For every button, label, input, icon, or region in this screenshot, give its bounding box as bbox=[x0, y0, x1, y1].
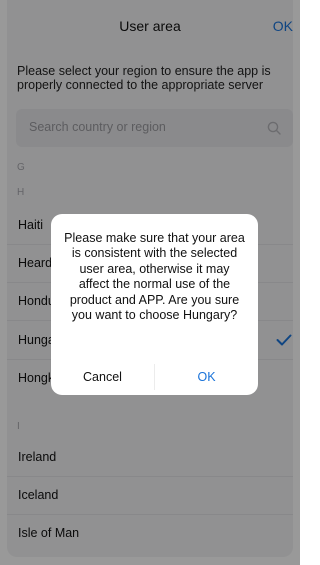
user-area-screen: User area OK Please select your region t… bbox=[0, 0, 300, 565]
dialog-ok-button[interactable]: OK bbox=[155, 359, 258, 395]
dialog-message: Please make sure that your area is consi… bbox=[64, 231, 245, 323]
confirm-dialog: Please make sure that your area is consi… bbox=[51, 214, 258, 395]
cancel-button[interactable]: Cancel bbox=[51, 359, 154, 395]
